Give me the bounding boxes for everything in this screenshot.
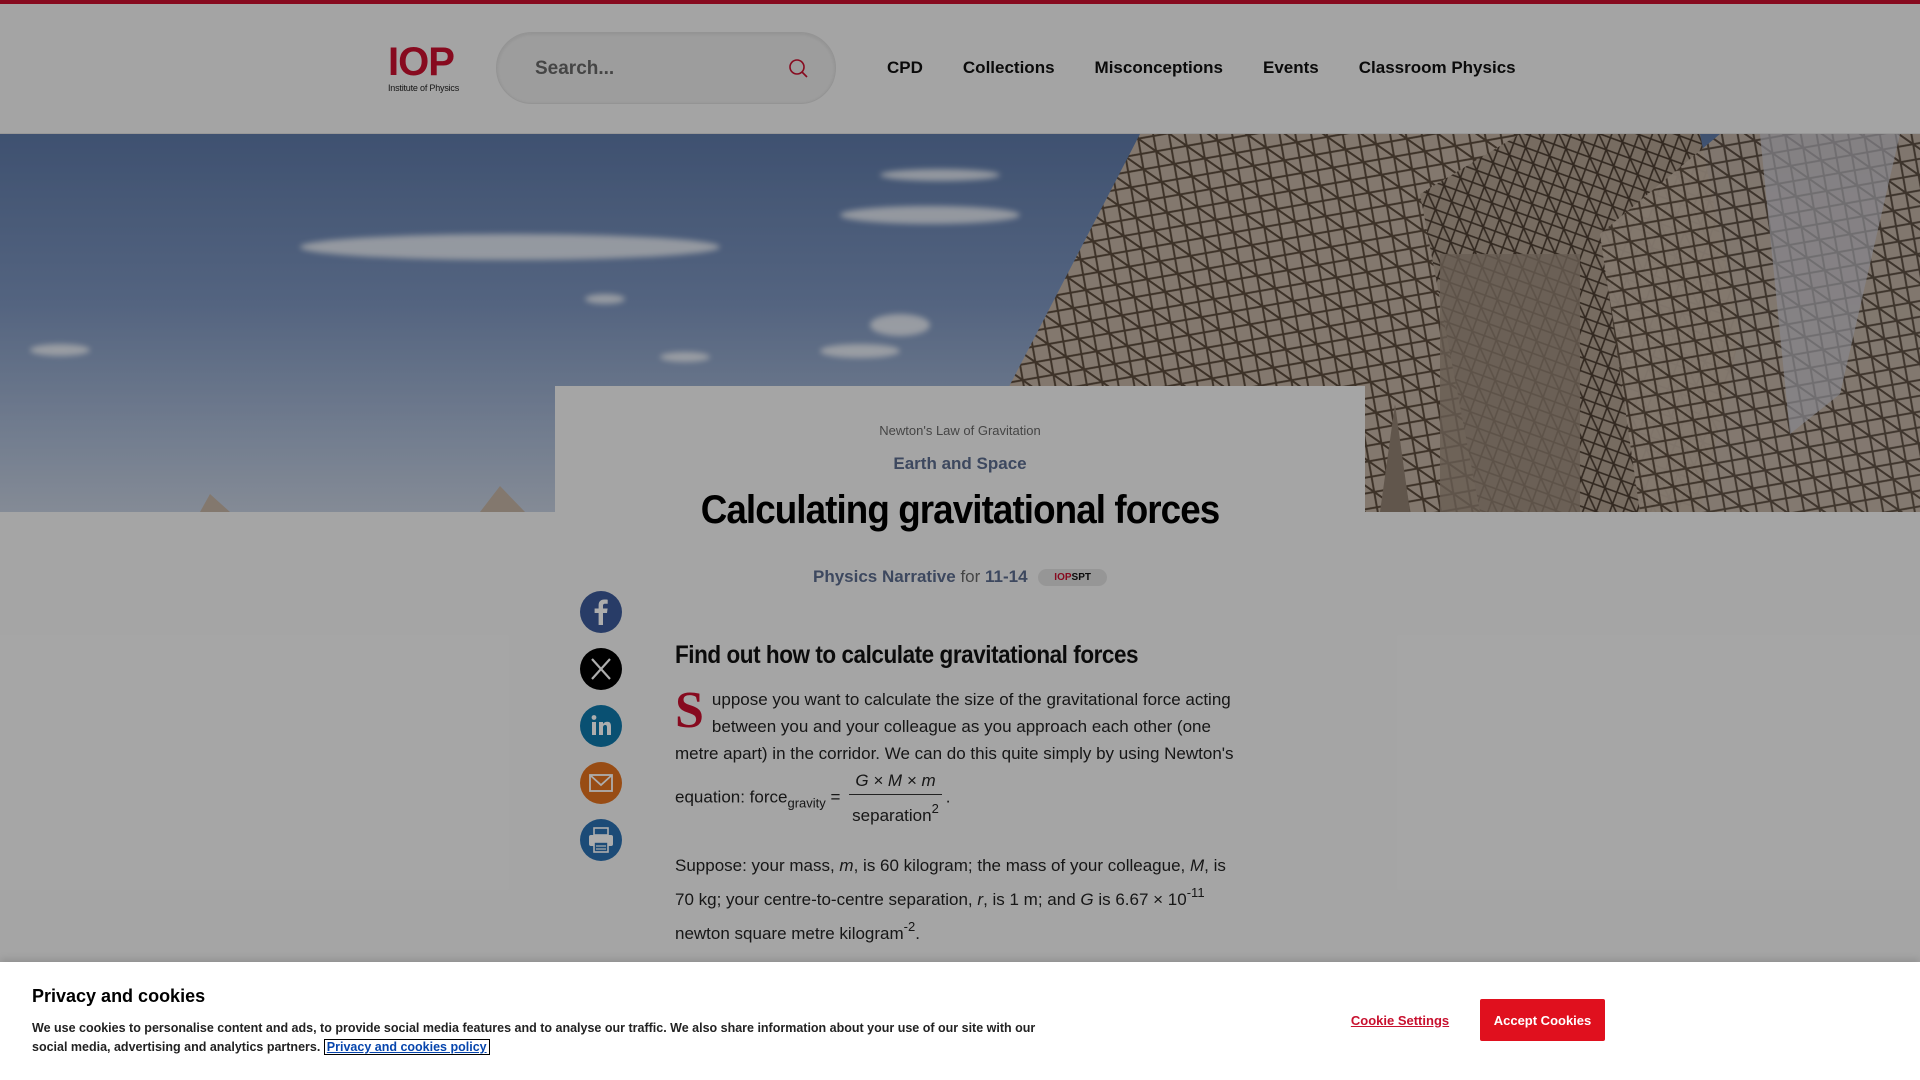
for-word: for: [960, 567, 981, 586]
denominator-text: separation: [852, 806, 932, 825]
text-span: , is 60 kilogram; the mass of your colle…: [853, 856, 1190, 875]
cookie-text: We use cookies to personalise content an…: [32, 1019, 1072, 1057]
badge-spt: SPT: [1071, 572, 1091, 583]
x-icon[interactable]: [580, 648, 622, 690]
print-icon[interactable]: [580, 819, 622, 861]
text-span: Suppose: your mass,: [675, 856, 840, 875]
cookie-settings-button[interactable]: Cookie Settings: [1330, 1000, 1470, 1040]
exponent: -11: [1186, 885, 1205, 900]
email-icon[interactable]: [580, 762, 622, 804]
page-title: Calculating gravitational forces: [700, 488, 1221, 532]
facebook-icon[interactable]: [580, 591, 622, 633]
logo-mark: IOP: [388, 40, 455, 84]
force-subscript: gravity: [787, 795, 826, 811]
article-kicker[interactable]: Newton's Law of Gravitation: [555, 423, 1365, 438]
text-span: , is 1 m; and: [983, 890, 1081, 909]
article-category[interactable]: Earth and Space: [555, 454, 1365, 474]
intro-text: uppose you want to calculate the size of…: [675, 690, 1234, 807]
accept-cookies-button[interactable]: Accept Cookies: [1480, 999, 1605, 1041]
search-input[interactable]: [535, 55, 765, 83]
nav-classroom-physics[interactable]: Classroom Physics: [1359, 58, 1516, 86]
text-span: .: [915, 924, 920, 943]
cookie-title: Privacy and cookies: [32, 986, 206, 1006]
privacy-policy-link[interactable]: Privacy and cookies policy: [323, 1039, 490, 1055]
equals-sign: =: [830, 787, 841, 807]
intro-period: .: [945, 787, 951, 807]
article-meta: Physics Narrative for 11-14 IOPSPT: [555, 567, 1365, 587]
badge-iop: IOP: [1054, 572, 1072, 583]
site-header: IOP Institute of Physics CPD Collections…: [0, 4, 1920, 134]
main-nav: CPD Collections Misconceptions Events Cl…: [887, 58, 1556, 86]
fraction-denominator: separation2: [849, 795, 942, 829]
nav-events[interactable]: Events: [1263, 58, 1319, 86]
drop-cap: S: [675, 682, 704, 739]
cookie-body: We use cookies to personalise content an…: [32, 1021, 1036, 1054]
text-span: newton square metre kilogram: [675, 924, 904, 943]
exponent: -2: [903, 919, 916, 934]
linkedin-icon[interactable]: [580, 705, 622, 747]
var-m: m: [839, 856, 854, 875]
var-G: G: [1080, 890, 1094, 909]
search-box: [496, 32, 836, 104]
nav-misconceptions[interactable]: Misconceptions: [1095, 58, 1223, 86]
age-range: 11-14: [985, 567, 1028, 586]
gravity-fraction: G × M × m separation2: [849, 767, 942, 829]
iop-logo[interactable]: IOP Institute of Physics: [388, 42, 468, 94]
intro-paragraph: Suppose you want to calculate the size o…: [675, 682, 1240, 829]
nav-collections[interactable]: Collections: [963, 58, 1055, 86]
nav-cpd[interactable]: CPD: [887, 58, 923, 86]
cookie-banner: Privacy and cookies We use cookies to pe…: [0, 962, 1920, 1080]
search-icon[interactable]: [787, 57, 811, 81]
values-paragraph: Suppose: your mass, m, is 60 kilogram; t…: [675, 852, 1240, 947]
denominator-power: 2: [931, 801, 939, 816]
text-span: is 6.67 × 10: [1093, 890, 1187, 909]
resource-type: Physics Narrative: [813, 567, 956, 586]
fraction-numerator: G × M × m: [849, 767, 942, 795]
iopspt-badge: IOPSPT: [1038, 569, 1107, 586]
var-M: M: [1189, 856, 1205, 875]
logo-subtitle: Institute of Physics: [388, 83, 460, 93]
article-subheading: Find out how to calculate gravitational …: [675, 641, 1139, 669]
